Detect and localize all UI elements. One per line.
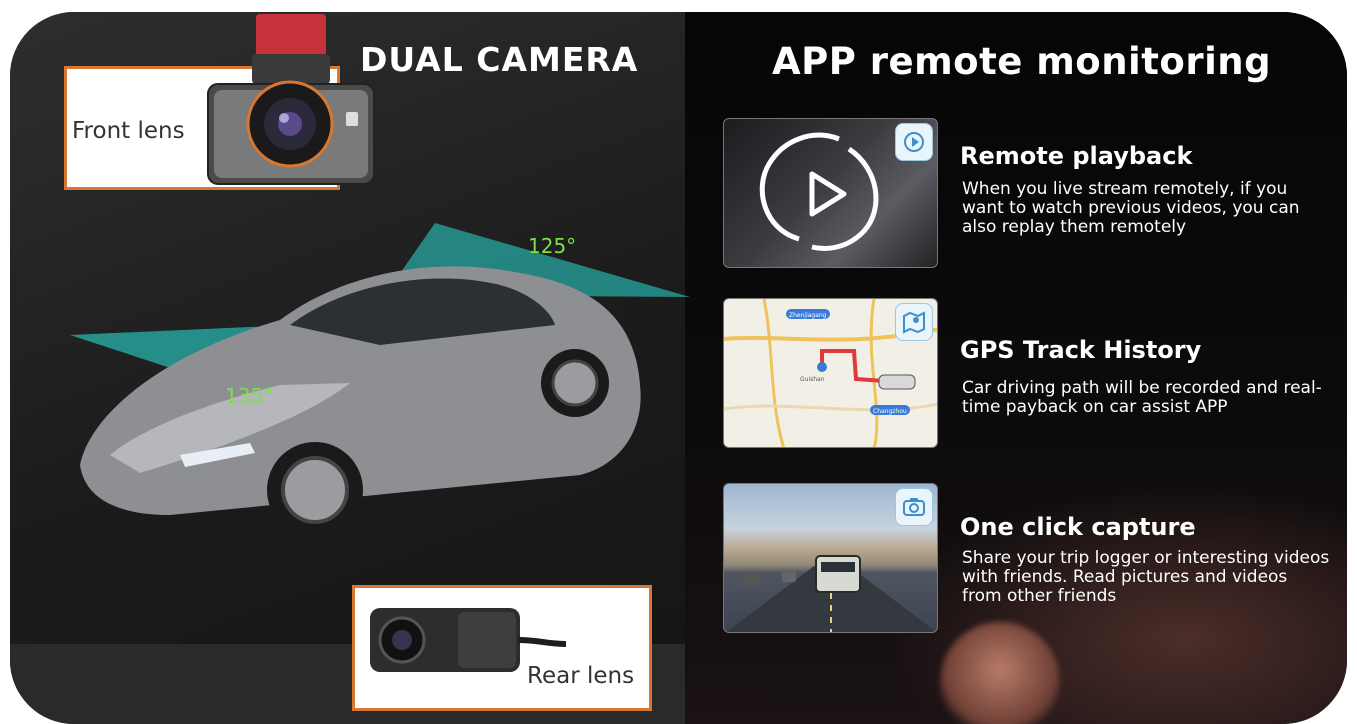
camera-icon — [895, 488, 933, 526]
play-icon — [809, 171, 847, 217]
front-lens-label: Front lens — [72, 118, 185, 144]
suv-vehicle — [815, 555, 861, 593]
map-pin — [817, 362, 827, 372]
car-image: 125° 135° — [70, 223, 690, 538]
front-rim — [281, 456, 349, 524]
lens-reflection — [279, 113, 289, 123]
mount-arm — [252, 54, 330, 84]
map-road-2 — [762, 299, 786, 447]
gps-track-image: Zhenjiagang Changzhou Guishan — [723, 298, 938, 448]
side-angle-label: 135° — [225, 384, 273, 408]
rotate-arc-left — [759, 132, 840, 242]
rear-rim — [551, 359, 599, 407]
map-label-2: Changzhou — [873, 408, 907, 415]
dual-camera-title: DUAL CAMERA — [360, 40, 639, 79]
map-icon — [895, 303, 933, 341]
rotate-arc-right — [811, 146, 879, 251]
feature-desc-gps-track: Car driving path will be recorded and re… — [962, 378, 1322, 417]
feature-desc-one-click-capture: Share your trip logger or interesting vi… — [962, 548, 1330, 606]
app-monitoring-title: APP remote monitoring — [772, 40, 1272, 83]
map-road-3 — [869, 299, 879, 447]
map-car — [878, 374, 916, 390]
feature-title-one-click-capture: One click capture — [960, 513, 1196, 541]
map-label-1: Zhenjiagang — [789, 312, 827, 319]
car-left-2 — [782, 572, 796, 582]
rear-lens-label: Rear lens — [527, 663, 635, 689]
feature-desc-remote-playback: When you live stream remotely, if you wa… — [962, 179, 1300, 237]
front-angle-label: 125° — [528, 234, 576, 258]
suv-window — [821, 562, 855, 572]
map-label-3: Guishan — [800, 376, 825, 383]
rear-camera-mount — [458, 612, 516, 668]
feature-title-gps-track: GPS Track History — [960, 336, 1202, 364]
car-left-1 — [742, 574, 760, 586]
rear-lens-glass — [392, 630, 412, 650]
remote-playback-image — [723, 118, 938, 268]
one-click-capture-image — [723, 483, 938, 633]
front-camera-image — [207, 14, 375, 185]
camera-logo — [346, 112, 358, 126]
feature-title-remote-playback: Remote playback — [960, 142, 1193, 170]
rear-camera-cable — [517, 637, 567, 647]
play-rotate-icon — [895, 123, 933, 161]
